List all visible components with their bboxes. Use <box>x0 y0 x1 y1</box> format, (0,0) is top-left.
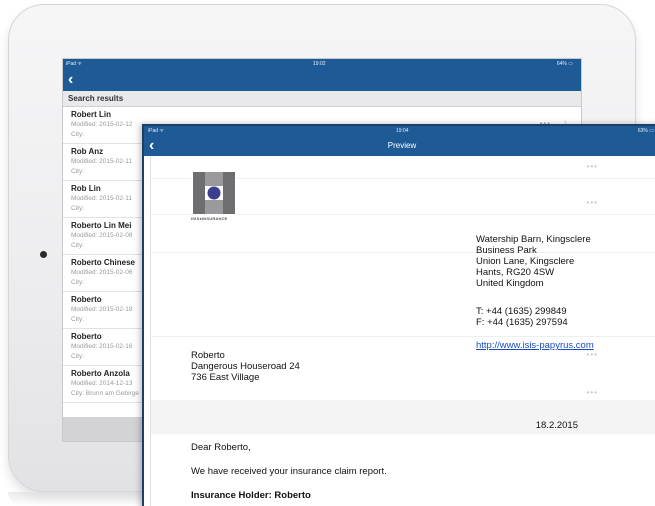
status-time: 19:02 <box>313 61 326 67</box>
letter-body: We have received your insurance claim re… <box>191 466 387 477</box>
status-battery: 63% ▭ <box>637 128 654 134</box>
ghost-more-icon: ••• <box>586 162 598 171</box>
letter-date: 18.2.2015 <box>535 420 578 431</box>
ghost-more-icon: ••• <box>586 350 598 359</box>
recipient-address: Roberto Dangerous Houseroad 24 736 East … <box>191 350 300 383</box>
home-camera-dot <box>40 251 47 258</box>
address-line: United Kingdom <box>476 278 544 289</box>
company-logo <box>191 170 237 216</box>
recipient-line: Roberto <box>191 350 225 361</box>
sender-address: Watership Barn, Kingsclere Business Park… <box>476 234 591 289</box>
insurance-holder: Insurance Holder: Roberto <box>191 490 311 501</box>
page-title: Preview <box>387 141 417 150</box>
status-device: iPad ᯤ <box>66 61 82 67</box>
letter-greeting: Dear Roberto, <box>191 442 251 453</box>
nav-bar: ‹ Preview <box>144 136 655 156</box>
status-device: iPad ᯤ <box>148 128 164 134</box>
nav-bar: ‹ <box>63 69 581 91</box>
phone-number: T: +44 (1635) 299849 <box>476 306 567 317</box>
status-bar: iPad ᯤ 19:02 64% ▭ <box>63 59 581 69</box>
fax-number: F: +44 (1635) 297594 <box>476 317 568 328</box>
status-battery: 64% ▭ <box>556 61 573 67</box>
website-link[interactable]: http://www.isis-papyrus.com <box>476 340 594 351</box>
section-header: Search results <box>63 91 581 107</box>
preview-screen: iPad ᯤ 19:04 63% ▭ ‹ Preview ••• ••• •••… <box>142 124 655 506</box>
result-name: Robert Lin <box>71 110 111 119</box>
address-line: Business Park <box>476 245 537 256</box>
logo-text: ISIS●INSURANCE <box>191 216 228 221</box>
chevron-left-icon[interactable]: ‹ <box>68 72 73 88</box>
screenshot-stage: iPad ᯤ 19:02 64% ▭ ‹ Search results Robe… <box>0 0 655 506</box>
document-preview: ••• ••• ••• ••• ISIS●INSURANCE Watership… <box>150 156 655 506</box>
status-bar: iPad ᯤ 19:04 63% ▭ <box>144 126 655 136</box>
ghost-divider <box>151 336 655 337</box>
status-time: 19:04 <box>396 128 409 134</box>
contact-info: T: +44 (1635) 299849 F: +44 (1635) 29759… <box>476 306 568 328</box>
address-line: Union Lane, Kingsclere <box>476 256 575 267</box>
address-line: Hants, RG20 4SW <box>476 267 555 278</box>
ghost-more-icon: ••• <box>586 198 598 207</box>
recipient-line: Dangerous Houseroad 24 <box>191 361 300 372</box>
recipient-line: 736 East Village <box>191 372 260 383</box>
ghost-more-icon: ••• <box>586 388 598 397</box>
address-line: Watership Barn, Kingsclere <box>476 234 591 245</box>
date-band <box>151 400 655 434</box>
